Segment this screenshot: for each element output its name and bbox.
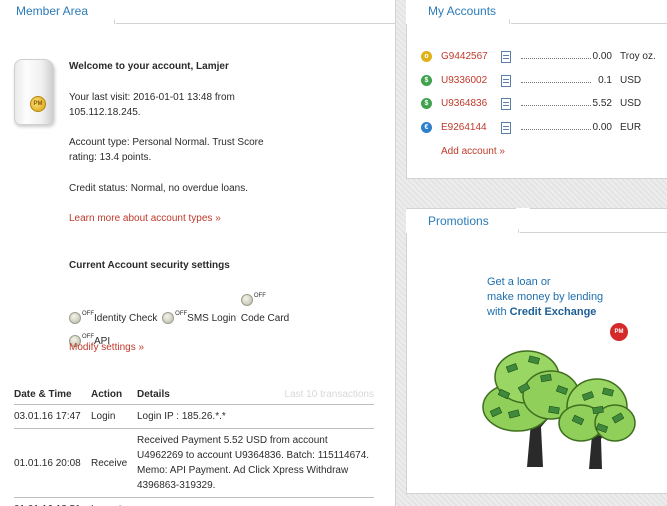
tab-divider: [511, 23, 667, 24]
credit-status-text: Credit status: Normal, no overdue loans.: [69, 183, 248, 194]
toggle-off-icon: [240, 294, 253, 306]
money-tree-icon: [558, 378, 636, 469]
account-balance: 5.52: [592, 98, 612, 109]
table-row: 01.01.16 20:08 Receive Received Payment …: [14, 428, 374, 498]
cell-action: Login: [91, 404, 137, 429]
account-currency: USD: [620, 98, 642, 109]
account-currency: EUR: [620, 122, 642, 133]
table-row: 01.01.16 13:51 Logout: [14, 497, 374, 506]
account-number-link[interactable]: G9442567: [441, 49, 488, 65]
cell-details: Login IP : 185.26.*.*: [137, 404, 374, 429]
money-trees-illustration: [482, 350, 636, 469]
statement-icon[interactable]: [501, 51, 511, 63]
statement-icon[interactable]: [501, 122, 511, 134]
dotted-leader: [521, 58, 591, 59]
statement-icon[interactable]: [501, 75, 511, 87]
credit-exchange-promo[interactable]: Get a loan or make money by lending with…: [487, 275, 603, 320]
column-header: Details: [137, 387, 208, 405]
gold-coin-icon: o: [421, 51, 432, 62]
security-settings-title: Current Account security settings: [69, 260, 230, 271]
cell-details: [137, 497, 374, 506]
cell-date: 01.01.16 13:51: [14, 497, 91, 506]
cell-action: Logout: [91, 497, 137, 506]
dotted-leader: [521, 105, 591, 106]
account-row: $ U9364836 5.52 USD: [421, 96, 667, 112]
cell-date: 01.01.16 20:08: [14, 428, 91, 498]
promotions-panel: Promotions Get a loan or make money by l…: [406, 208, 667, 494]
member-area-panel: Member Area PM Welcome to your account, …: [0, 0, 396, 506]
welcome-text: Welcome to your account, Lamjer: [69, 61, 229, 72]
identity-check-toggle[interactable]: OFFIdentity Check: [69, 305, 157, 328]
tab-divider: [116, 23, 395, 24]
account-balance: 0.00: [592, 122, 612, 133]
transactions-table: Date & Time Action Details Last 10 trans…: [14, 387, 374, 506]
account-number-link[interactable]: U9336002: [441, 73, 487, 89]
safe-icon: PM: [14, 59, 54, 125]
account-row: € E9264144 0.00 EUR: [421, 120, 667, 136]
account-number-link[interactable]: E9264144: [441, 120, 487, 136]
column-header: Action: [91, 387, 137, 405]
sms-login-toggle[interactable]: OFFSMS Login: [162, 305, 236, 328]
last-visit-text: Your last visit: 2016-01-01 13:48 from 1…: [69, 92, 235, 118]
modify-settings-link[interactable]: Modify settings »: [69, 340, 144, 355]
my-accounts-panel: My Accounts o G9442567 0.00 Troy oz. $ U…: [406, 0, 667, 179]
euro-coin-icon: €: [421, 122, 432, 133]
account-currency: USD: [620, 75, 642, 86]
statement-icon[interactable]: [501, 98, 511, 110]
dotted-leader: [521, 129, 591, 130]
pm-badge: PM: [30, 96, 46, 112]
account-balance: 0.1: [598, 75, 612, 86]
account-row: o G9442567 0.00 Troy oz.: [421, 49, 667, 65]
tab-divider: [520, 232, 667, 233]
my-accounts-tab[interactable]: My Accounts: [406, 0, 521, 24]
account-balance: 0.00: [592, 51, 612, 62]
account-number-link[interactable]: U9364836: [441, 96, 487, 112]
add-account-link[interactable]: Add account »: [441, 146, 505, 157]
toggle-off-icon: [69, 312, 81, 324]
account-row: $ U9336002 0.1 USD: [421, 73, 667, 89]
last-transactions-label: Last 10 transactions: [207, 387, 374, 405]
cell-date: 03.01.16 17:47: [14, 404, 91, 429]
table-row: 03.01.16 17:47 Login Login IP : 185.26.*…: [14, 404, 374, 429]
column-header: Date & Time: [14, 387, 91, 405]
account-currency: Troy oz.: [620, 51, 656, 62]
code-card-toggle[interactable]: OFF Code Card: [240, 287, 289, 328]
dollar-coin-icon: $: [421, 98, 432, 109]
toggle-off-icon: [162, 312, 175, 324]
money-tree-icon: [482, 350, 580, 467]
dotted-leader: [521, 82, 591, 83]
dollar-coin-icon: $: [421, 75, 432, 86]
cell-action: Receive: [91, 428, 137, 498]
learn-more-link[interactable]: Learn more about account types »: [69, 211, 221, 226]
cell-details: Received Payment 5.52 USD from account U…: [137, 428, 374, 498]
member-area-tab[interactable]: Member Area: [0, 0, 126, 24]
promotions-tab[interactable]: Promotions: [406, 208, 530, 234]
account-type-text: Account type: Personal Normal. Trust Sco…: [69, 137, 264, 163]
